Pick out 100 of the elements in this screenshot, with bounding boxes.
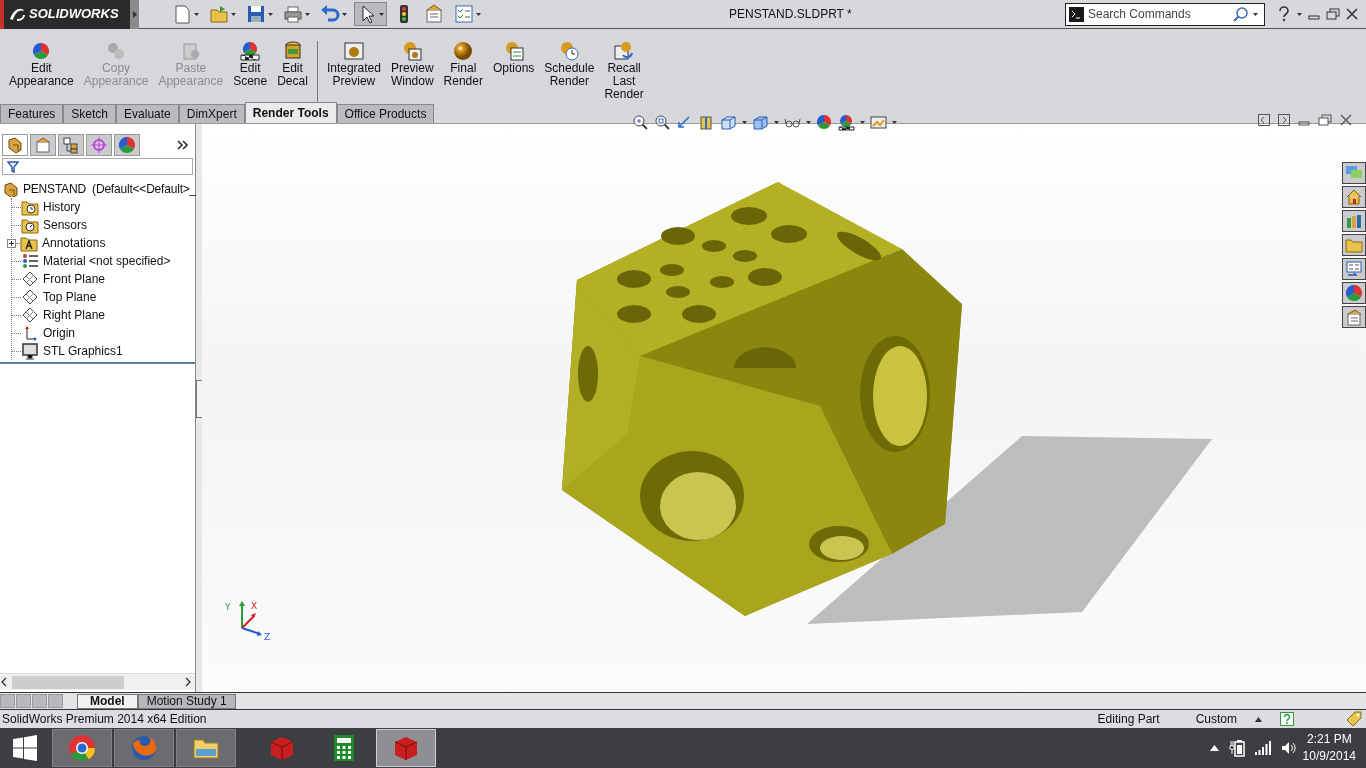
ribbon-tab[interactable]: DimXpert — [178, 104, 245, 123]
ribbon-tab[interactable]: Features — [0, 104, 64, 123]
scene-icon — [240, 41, 261, 61]
printer-icon[interactable] — [283, 4, 303, 24]
search-box[interactable]: Search Commands — [1065, 2, 1265, 26]
tree-item[interactable]: Material <not specified> — [43, 252, 171, 270]
section-view-icon[interactable] — [698, 114, 715, 131]
ribbon-button[interactable]: Final Render — [438, 41, 488, 101]
restore-icon[interactable] — [1326, 8, 1340, 20]
ribbon-tab[interactable]: Office Products — [336, 104, 435, 123]
view-orientation-icon[interactable] — [720, 114, 737, 131]
filter-field[interactable] — [2, 158, 193, 175]
tree-item[interactable]: Front Plane — [43, 270, 106, 288]
signal-icon[interactable] — [1254, 741, 1271, 755]
help-icon[interactable] — [1277, 6, 1291, 22]
previous-view-icon[interactable] — [676, 114, 693, 131]
expand-plus-icon[interactable] — [7, 238, 16, 248]
tree-item[interactable]: Origin — [43, 324, 75, 342]
manager-tab[interactable] — [2, 134, 28, 156]
ribbon-button[interactable]: Preview Window — [385, 41, 439, 101]
decal-icon — [282, 41, 303, 61]
tree-item[interactable]: Right Plane — [43, 306, 106, 324]
cube-icon — [268, 734, 296, 762]
display-settings-icon[interactable] — [870, 114, 887, 131]
appearance-sphere-icon[interactable] — [816, 114, 833, 131]
scroll-right-icon[interactable] — [184, 677, 192, 687]
caret-icon[interactable] — [379, 12, 384, 16]
library-icon — [1345, 212, 1363, 230]
tree-item[interactable]: Sensors — [43, 216, 88, 234]
scroll-left-icon[interactable] — [0, 677, 8, 687]
checklist-icon[interactable] — [454, 4, 474, 24]
volume-icon[interactable] — [1280, 740, 1297, 756]
ribbon-button[interactable]: Recall Last Render — [599, 41, 649, 101]
globe-fox-icon — [130, 734, 158, 762]
tree-item[interactable]: History — [43, 198, 81, 216]
zoom-area-icon[interactable] — [654, 114, 671, 131]
manager-tab[interactable] — [86, 134, 112, 156]
appearance-sphere-tab[interactable] — [1342, 282, 1366, 304]
tree-item[interactable]: Top Plane — [43, 288, 97, 306]
tree-item[interactable]: PENSTAND (Default<<Default>_ — [23, 180, 197, 198]
close-icon[interactable] — [1340, 114, 1352, 126]
caret-icon[interactable] — [1253, 12, 1258, 16]
restore-icon[interactable] — [1318, 114, 1332, 126]
caret-icon[interactable] — [194, 12, 199, 16]
manager-tab[interactable] — [114, 134, 140, 156]
forum-tab[interactable] — [1342, 162, 1366, 184]
ribbon-button[interactable]: Edit Scene — [228, 41, 273, 88]
battery-icon[interactable] — [1228, 739, 1245, 757]
close-icon[interactable] — [1346, 8, 1358, 20]
ribbon-tab[interactable]: Sketch — [63, 104, 117, 123]
caret-icon[interactable] — [1297, 12, 1302, 16]
caret-icon[interactable] — [305, 12, 310, 16]
annotation-folder-icon — [20, 234, 38, 252]
caret-icon[interactable] — [476, 12, 481, 16]
zoom-to-fit-icon[interactable] — [632, 114, 649, 131]
ribbon-tab[interactable]: Render Tools — [244, 102, 337, 123]
caret-icon[interactable] — [268, 12, 273, 16]
ribbon-button[interactable]: Schedule Render — [539, 41, 600, 101]
scene-icon[interactable] — [838, 114, 855, 131]
split-left-icon[interactable] — [1258, 114, 1270, 126]
folder-tab[interactable] — [1342, 234, 1366, 256]
model-tab[interactable]: Model — [77, 693, 138, 709]
display-style-icon[interactable] — [752, 114, 769, 131]
axis-triad-drawing — [239, 601, 262, 636]
view-palette-icon — [1345, 260, 1363, 278]
view-palette-tab[interactable] — [1342, 258, 1366, 280]
caret-icon[interactable] — [231, 12, 236, 16]
model-tab[interactable]: Motion Study 1 — [137, 693, 236, 709]
caret-up-icon[interactable] — [1255, 716, 1262, 722]
preview-frame-icon — [343, 41, 364, 61]
library-tab[interactable] — [1342, 210, 1366, 232]
tree-item[interactable]: STL Graphics1 — [43, 342, 123, 360]
ribbon-tab[interactable]: Evaluate — [116, 104, 179, 123]
manager-tab[interactable] — [58, 134, 84, 156]
horizontal-scrollbar[interactable] — [0, 673, 195, 690]
toolbar-button[interactable] — [354, 2, 387, 26]
axis-label: X — [251, 601, 258, 611]
units-selector[interactable]: Custom — [1195, 710, 1237, 728]
tree-item[interactable]: Annotations — [42, 234, 106, 252]
monitor-icon — [21, 342, 39, 360]
tray-expand-icon[interactable] — [1209, 745, 1219, 751]
save-icon[interactable] — [246, 4, 266, 24]
ribbon-button[interactable]: Edit Decal — [272, 41, 313, 88]
ribbon-button[interactable]: Integrated Preview — [321, 41, 386, 101]
home-icon — [1345, 188, 1363, 206]
expand-icon[interactable] — [177, 140, 189, 150]
ribbon-button[interactable]: Edit Appearance — [4, 41, 79, 88]
manager-tab[interactable] — [30, 134, 56, 156]
home-tab[interactable] — [1342, 186, 1366, 208]
tag-icon[interactable] — [1346, 711, 1362, 727]
windows-logo-icon — [12, 735, 38, 761]
chrome-icon — [68, 734, 96, 762]
copy-appearance-icon — [106, 41, 127, 61]
search-input[interactable]: Search Commands — [1088, 5, 1228, 23]
custom-properties-tab[interactable] — [1342, 306, 1366, 328]
ribbon-button[interactable]: Options — [487, 41, 540, 101]
crosshair-icon — [90, 136, 108, 154]
caret-icon[interactable] — [342, 12, 347, 16]
undo-icon[interactable] — [320, 4, 340, 24]
split-right-icon[interactable] — [1278, 114, 1290, 126]
